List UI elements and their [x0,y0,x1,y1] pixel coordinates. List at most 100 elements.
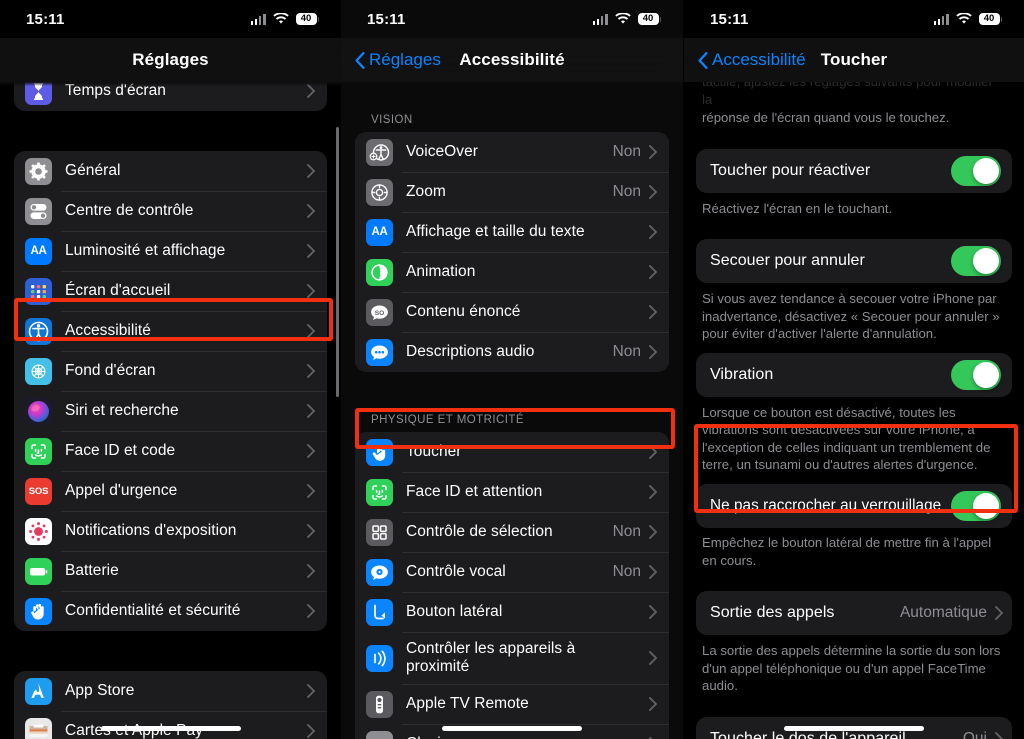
settings-row-battery[interactable]: Batterie [14,551,327,591]
accessibility-row-display-text[interactable]: AA Affichage et taille du texte [355,212,669,252]
home-indicator [784,726,924,731]
nav-bar-settings: Réglages [0,38,341,82]
gap-1 [696,127,1012,149]
settings-row-face-id[interactable]: Face ID et code [14,431,327,471]
settings-row-label: Luminosité et affichage [65,241,226,259]
accessibility-row-motion[interactable]: Animation [355,252,669,292]
status-bar: 15:11 40 [341,0,683,38]
chevron-right-icon [649,651,657,665]
accessibility-row-apple-tv-remote[interactable]: Apple TV Remote [355,684,669,724]
settings-row-label: Temps d'écran [65,82,166,99]
toggle-switch-vibration[interactable] [951,359,1001,390]
settings-row-label: Appel d'urgence [65,481,178,499]
page-title: Accessibilité [459,50,565,69]
status-time: 15:11 [367,10,406,28]
section-header-physical: PHYSIQUE ET MOTRICITÉ [371,414,525,426]
settings-row-screen-time[interactable]: Temps d'écran [14,82,327,111]
intro-text-cut: tactile, ajustez les réglages suivants p… [702,82,993,107]
settings-row-wallet[interactable]: Cartes et Apple Pay [14,711,327,739]
gap-2 [696,217,1012,239]
footnote-vibration: Lorsque ce bouton est désactivé, toutes … [702,404,991,473]
settings-row-home-screen[interactable]: Écran d'accueil [14,271,327,311]
footnote-shake-to-undo: Si vous avez tendance à secouer votre iP… [702,291,1000,342]
accessibility-row-zoom[interactable]: Zoom Non [355,172,669,212]
chevron-right-icon [649,697,657,711]
display-aa-icon: AA [25,237,52,265]
phone-panel-touch: 15:11 40 Accessibilité Toucher tac [683,0,1024,739]
display-aa-icon: AA [366,218,393,246]
accessibility-row-spoken-content[interactable]: SO Contenu énoncé [355,292,669,332]
accessibility-row-switch-control[interactable]: Contrôle de sélection Non [355,512,669,552]
accessibility-row-nearby-devices[interactable]: Contrôler les appareils à proximité [355,632,669,684]
toggle-row-prevent-lock-to-end-call[interactable]: Ne pas raccrocher au verrouillage [696,484,1012,529]
accessibility-row-voice-control[interactable]: Contrôle vocal Non [355,552,669,592]
settings-row-exposure[interactable]: Notifications d'exposition [14,511,327,551]
accessibility-row-label: Contrôle de sélection [406,522,553,540]
settings-row-privacy[interactable]: Confidentialité et sécurité [14,591,327,631]
chevron-right-icon [307,684,315,698]
side-button-icon [366,598,393,626]
accessibility-scroll-area[interactable]: VISION VoiceOver Non Zoom Non AA Afficha… [341,82,683,739]
toggle-row-vibration[interactable]: Vibration [696,352,1012,397]
settings-row-brightness[interactable]: AA Luminosité et affichage [14,231,327,271]
chevron-right-icon [649,605,657,619]
settings-row-siri[interactable]: Siri et recherche [14,391,327,431]
accessibility-row-label: Zoom [406,182,446,200]
app-store-icon [25,677,52,705]
battery-indicator: 40 [637,12,661,26]
accessibility-row-voiceover[interactable]: VoiceOver Non [355,132,669,172]
chevron-right-icon [649,185,657,199]
nearby-devices-icon [366,644,393,672]
settings-row-label: Centre de contrôle [65,201,194,219]
spoken-content-icon: SO [366,298,393,326]
toggle-switch-touch-to-wake[interactable] [951,155,1001,186]
exposure-icon [25,517,52,545]
chevron-right-icon [995,606,1003,621]
settings-row-label: Batterie [65,561,119,579]
svg-text:SO: SO [375,310,385,317]
accessibility-row-label: Contrôle vocal [406,562,506,580]
top-gap [355,82,669,112]
touch-scroll-area[interactable]: tactile, ajustez les réglages suivants p… [684,82,1024,739]
status-time: 15:11 [710,10,749,28]
settings-scroll-area[interactable]: Temps d'écran Général Centre de contrôle… [0,82,341,739]
switch-knob [973,248,999,275]
settings-row-accessibility[interactable]: Accessibilité [14,311,327,351]
keyboard-icon [366,730,393,739]
back-button-settings[interactable]: Réglages [355,50,441,70]
accessibility-row-side-button[interactable]: Bouton latéral [355,592,669,632]
status-indicators: 40 [592,12,661,26]
chevron-right-icon [307,364,315,378]
accessibility-row-audio-descriptions[interactable]: Descriptions audio Non [355,332,669,372]
accessibility-row-value: Non [612,143,641,160]
settings-row-label: Notifications d'exposition [65,521,237,539]
chevron-right-icon [307,444,315,458]
settings-row-wallpaper[interactable]: Fond d'écran [14,351,327,391]
intro-text: réponse de l'écran quand vous le touchez… [702,110,950,126]
chevron-right-icon [307,724,315,738]
accessibility-row-label: Toucher [406,442,462,460]
accessibility-row-touch[interactable]: Toucher [355,432,669,472]
chevron-right-icon [307,204,315,218]
switch-knob [973,493,999,520]
toggle-row-shake-to-undo[interactable]: Secouer pour annuler [696,239,1012,284]
toggle-switch-prevent-lock-to-end-call[interactable] [951,491,1001,522]
toggle-row-touch-to-wake[interactable]: Toucher pour réactiver [696,148,1012,193]
settings-row-general[interactable]: Général [14,151,327,191]
battery-percent: 40 [978,12,1000,26]
settings-row-control-center[interactable]: Centre de contrôle [14,191,327,231]
motion-icon [366,258,393,286]
toggle-switch-shake-to-undo[interactable] [951,246,1001,277]
privacy-hand-icon [25,597,52,625]
settings-row-label: App Store [65,681,135,699]
scroll-indicator[interactable] [336,127,339,397]
settings-row-app-store[interactable]: App Store [14,671,327,711]
chevron-right-icon [307,84,315,98]
accessibility-row-face-id-attention[interactable]: Face ID et attention [355,472,669,512]
back-button-accessibility[interactable]: Accessibilité [698,50,806,70]
chevron-right-icon [307,164,315,178]
nav-row-call-audio-routing[interactable]: Sortie des appels Automatique [696,591,1012,636]
gap-4 [696,474,1012,484]
settings-row-sos[interactable]: SOS Appel d'urgence [14,471,327,511]
settings-row-label: Face ID et code [65,441,176,459]
